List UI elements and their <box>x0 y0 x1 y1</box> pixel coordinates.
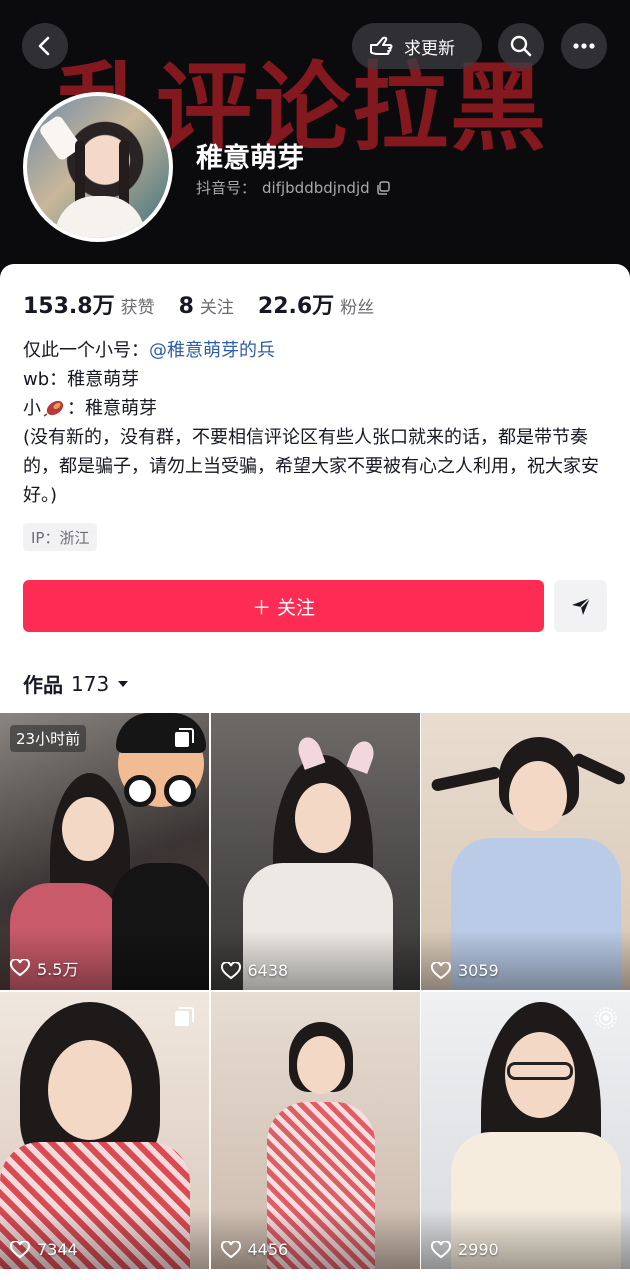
heart-icon <box>431 1240 451 1258</box>
more-dots-icon <box>573 43 595 49</box>
stat-value: 22.6万 <box>257 294 335 319</box>
douyin-id[interactable]: 抖音号： difjbddbdjndjd <box>196 177 390 198</box>
profile-header: 乱评论拉黑 求更新 稚意萌芽 抖音号： difjbddbdjndjd <box>0 0 630 290</box>
request-update-label: 求更新 <box>404 38 455 59</box>
stat-value: 153.8万 <box>23 294 115 319</box>
mention-link[interactable]: @稚意萌芽的兵 <box>149 340 275 361</box>
ip-location-tag: IP：浙江 <box>23 523 98 551</box>
video-tile[interactable]: 4456 <box>210 992 420 1269</box>
heart-icon <box>220 1240 241 1258</box>
like-count: 5.5万 <box>10 956 78 980</box>
stat-label: 获赞 <box>120 298 155 318</box>
video-grid: 23小时前 5.5万 6438 3059 7344 4456 2990 <box>0 713 630 1269</box>
follow-button[interactable]: ＋ 关注 <box>23 580 544 632</box>
send-icon <box>571 597 591 615</box>
profile-info-card: 153.8万 获赞 8 关注 22.6万 粉丝 仅此一个小号：@稚意萌芽的兵 w… <box>0 264 630 1280</box>
message-button[interactable] <box>554 580 607 632</box>
hand-point-icon <box>370 36 393 55</box>
bio-paragraph: (没有新的，没有群，不要相信评论区有些人张口就来的话，都是带节奏的，都是骗子，请… <box>23 427 599 506</box>
video-tile[interactable]: 7344 <box>0 992 209 1269</box>
works-label: 作品 <box>23 673 63 697</box>
like-count: 2990 <box>431 1240 499 1259</box>
video-tile[interactable]: 3059 <box>421 713 630 990</box>
bio-text: 小 <box>23 398 41 419</box>
like-count-value: 5.5万 <box>37 960 79 979</box>
video-tile[interactable]: 2990 <box>421 992 630 1269</box>
more-button[interactable] <box>561 23 607 69</box>
time-badge: 23小时前 <box>10 725 87 752</box>
like-count-value: 6438 <box>247 961 289 980</box>
tab-works[interactable]: 作品 173 <box>23 669 129 698</box>
copy-icon[interactable] <box>376 180 390 195</box>
stat-label: 粉丝 <box>340 298 375 318</box>
profile-page: 乱评论拉黑 求更新 稚意萌芽 抖音号： difjbddbdjndjd 153.8… <box>0 0 630 1280</box>
bio-line: wb：稚意萌芽 <box>23 369 140 390</box>
search-button[interactable] <box>498 23 544 69</box>
caret-down-icon <box>118 680 129 687</box>
bio: 仅此一个小号：@稚意萌芽的兵 wb：稚意萌芽 小 ：稚意萌芽 (没有新的，没有群… <box>23 336 603 510</box>
stat-following[interactable]: 8 关注 <box>179 293 234 319</box>
multi-image-icon <box>175 728 194 747</box>
stat-followers[interactable]: 22.6万 粉丝 <box>258 288 374 320</box>
douyin-id-value: difjbddbdjndjd <box>262 178 370 197</box>
like-count-value: 7344 <box>37 1240 78 1259</box>
stat-label: 关注 <box>199 298 234 318</box>
search-icon <box>510 35 532 57</box>
video-tile[interactable]: 6438 <box>210 713 420 990</box>
stats-row: 153.8万 获赞 8 关注 22.6万 粉丝 <box>23 288 398 320</box>
like-count-value: 3059 <box>458 961 499 980</box>
back-button[interactable] <box>22 23 68 69</box>
heart-icon <box>10 959 30 977</box>
like-count: 4456 <box>220 1240 289 1259</box>
heart-icon <box>220 961 241 979</box>
profile-name: 稚意萌芽 <box>196 143 304 174</box>
heart-icon <box>431 961 451 979</box>
douyin-id-label: 抖音号： <box>196 179 257 197</box>
bio-line: 小 ：稚意萌芽 <box>23 394 603 423</box>
video-tile[interactable]: 23小时前 5.5万 <box>0 713 209 990</box>
bio-text: 仅此一个小号： <box>23 340 149 361</box>
heart-icon <box>10 1240 30 1258</box>
chevron-left-icon <box>38 36 50 56</box>
live-photo-icon <box>595 1007 617 1029</box>
like-count-value: 2990 <box>458 1240 499 1259</box>
like-count: 7344 <box>10 1240 78 1259</box>
sweet-potato-icon <box>43 400 64 417</box>
like-count-value: 4456 <box>247 1240 289 1259</box>
stat-likes: 153.8万 获赞 <box>23 288 155 320</box>
avatar[interactable] <box>23 92 173 242</box>
multi-image-icon <box>175 1007 194 1026</box>
bio-line: 仅此一个小号：@稚意萌芽的兵 <box>23 336 603 365</box>
like-count: 3059 <box>431 961 499 980</box>
like-count: 6438 <box>220 961 289 980</box>
works-count: 173 <box>71 671 110 696</box>
bio-text: ：稚意萌芽 <box>67 398 157 419</box>
stat-value: 8 <box>178 294 194 319</box>
request-update-button[interactable]: 求更新 <box>352 23 482 69</box>
